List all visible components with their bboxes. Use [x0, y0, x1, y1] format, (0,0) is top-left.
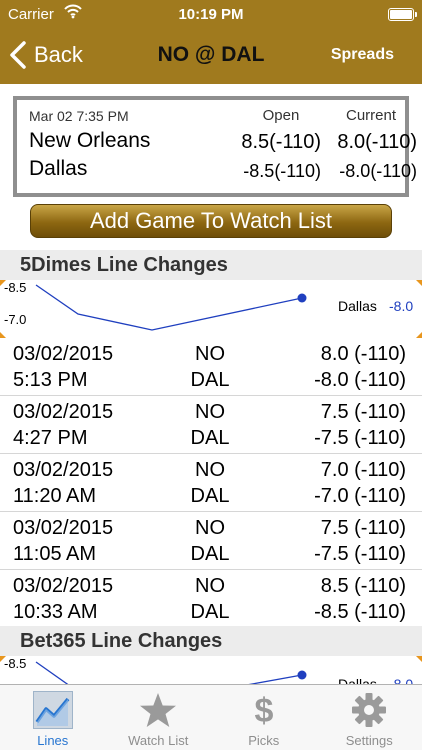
- team-abbr: NO: [195, 517, 225, 539]
- line-value: -7.5 (-110): [314, 543, 406, 565]
- tab-watch-list[interactable]: Watch List: [106, 685, 212, 750]
- chart-team-label: Dallas: [338, 298, 377, 314]
- game-datetime: Mar 02 7:35 PM: [29, 108, 129, 124]
- add-to-watch-list-button[interactable]: Add Game To Watch List: [30, 204, 392, 238]
- open-line: 8.5(-110): [241, 131, 321, 153]
- team-abbr: NO: [195, 459, 225, 481]
- line-value: -8.5 (-110): [314, 601, 406, 623]
- latest-point: [297, 293, 307, 303]
- current-line: -8.0(-110): [339, 161, 417, 181]
- team-abbr: DAL: [190, 485, 230, 507]
- back-label: Back: [34, 42, 83, 67]
- change-time: 10:33 AM: [13, 601, 98, 623]
- line-change-row: 03/02/2015 10:33 AM NO DAL 8.5 (-110) -8…: [0, 570, 422, 628]
- tab-lines[interactable]: Lines: [0, 685, 106, 750]
- line-value: -8.0 (-110): [314, 369, 406, 391]
- chart-icon: [32, 691, 73, 729]
- status-time: 10:19 PM: [178, 6, 244, 23]
- section-header-5dimes: 5Dimes Line Changes: [0, 250, 422, 280]
- team-name: New Orleans: [29, 129, 151, 152]
- battery-icon: [388, 8, 417, 21]
- line-value: -7.5 (-110): [314, 427, 406, 449]
- team-abbr: DAL: [190, 543, 230, 565]
- team-abbr: DAL: [190, 369, 230, 391]
- team-row-home: New Orleans 8.5(-110) 8.0(-110): [29, 127, 417, 155]
- change-date: 03/02/2015: [13, 575, 114, 597]
- line-value: 8.5 (-110): [320, 575, 406, 597]
- chart-current-value: -8.0: [389, 676, 413, 684]
- line-series: [35, 284, 303, 331]
- game-summary: Mar 02 7:35 PM Open Current New Orleans …: [13, 96, 417, 197]
- line-series: [248, 674, 303, 684]
- line-value: 7.5 (-110): [320, 517, 406, 539]
- team-row-away: Dallas -8.5(-110) -8.0(-110): [29, 155, 417, 183]
- dollar-icon: $: [244, 691, 284, 730]
- line-change-row: 03/02/2015 11:05 AM NO DAL 7.5 (-110) -7…: [0, 512, 422, 570]
- tab-label: Settings: [345, 733, 393, 748]
- line-change-row: 03/02/2015 11:20 AM NO DAL 7.0 (-110) -7…: [0, 454, 422, 512]
- line-change-row: 03/02/2015 5:13 PM NO DAL 8.0 (-110) -8.…: [0, 338, 422, 396]
- game-summary-header: Mar 02 7:35 PM Open Current: [29, 105, 405, 127]
- change-date: 03/02/2015: [13, 517, 114, 539]
- svg-text:$: $: [254, 692, 273, 729]
- tab-picks[interactable]: $ Picks: [211, 685, 317, 750]
- chart-current-value: -8.0: [389, 298, 413, 314]
- tab-settings[interactable]: Settings: [317, 685, 422, 750]
- y-axis-bottom-label: -7.0: [4, 312, 26, 327]
- line-chart-5dimes[interactable]: -8.5 -7.0 Dallas -8.0: [0, 280, 422, 338]
- tab-bar: Lines Watch List $ Picks Settings: [0, 684, 422, 750]
- latest-point: [297, 670, 307, 680]
- team-abbr: DAL: [190, 601, 230, 623]
- line-chart-bet365[interactable]: -8.5 Dallas -8.0: [0, 656, 422, 684]
- current-line: 8.0(-110): [337, 131, 417, 153]
- chevron-left-icon: [10, 41, 26, 69]
- team-abbr: DAL: [190, 427, 230, 449]
- navigation-bar: Back NO @ DAL Spreads: [0, 30, 422, 84]
- line-value: 8.0 (-110): [320, 343, 406, 365]
- section-header-bet365: Bet365 Line Changes: [0, 626, 422, 656]
- change-date: 03/02/2015: [13, 401, 114, 423]
- open-line: -8.5(-110): [243, 161, 321, 181]
- change-date: 03/02/2015: [13, 343, 114, 365]
- tab-label: Lines: [37, 733, 69, 748]
- line-change-row: 03/02/2015 4:27 PM NO DAL 7.5 (-110) -7.…: [0, 396, 422, 454]
- current-column-header: Current: [345, 107, 397, 124]
- gear-icon: [349, 691, 389, 729]
- line-value: -7.0 (-110): [314, 485, 406, 507]
- change-time: 4:27 PM: [13, 427, 88, 449]
- line-value: 7.0 (-110): [320, 459, 406, 481]
- change-date: 03/02/2015: [13, 459, 114, 481]
- change-time: 5:13 PM: [13, 369, 88, 391]
- chart-team-label: Dallas: [338, 676, 377, 684]
- change-time: 11:20 AM: [13, 485, 97, 507]
- tab-label: Watch List: [128, 733, 189, 748]
- back-button[interactable]: Back: [8, 40, 83, 70]
- change-time: 11:05 AM: [13, 543, 97, 565]
- y-axis-top-label: -8.5: [4, 280, 26, 295]
- team-abbr: NO: [195, 343, 225, 365]
- line-value: 7.5 (-110): [320, 401, 406, 423]
- team-abbr: NO: [195, 575, 225, 597]
- team-name: Dallas: [29, 157, 88, 180]
- team-abbr: NO: [195, 401, 225, 423]
- open-column-header: Open: [262, 107, 300, 124]
- spreads-button[interactable]: Spreads: [331, 46, 394, 64]
- status-bar: Carrier 10:19 PM: [0, 0, 422, 30]
- tab-label: Picks: [248, 733, 280, 748]
- star-icon: [138, 691, 178, 729]
- line-series: [35, 661, 69, 684]
- y-axis-top-label: -8.5: [4, 656, 26, 671]
